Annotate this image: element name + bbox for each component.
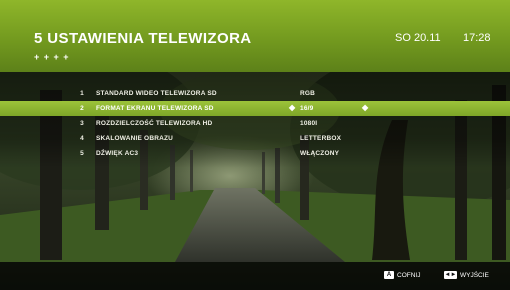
settings-menu: 1 STANDARD WIDEO TELEWIZORA SD RGB 2 FOR… — [0, 86, 510, 161]
exit-button[interactable]: ◄► WYJŚCIE — [444, 271, 489, 279]
menu-item-value: 16/9 — [300, 105, 314, 112]
menu-item-standard-wideo[interactable]: 1 STANDARD WIDEO TELEWIZORA SD RGB — [0, 86, 510, 101]
menu-item-label: ROZDZIELCZOŚĆ TELEWIZORA HD — [96, 120, 213, 127]
menu-item-rozdzielczosc[interactable]: 3 ROZDZIELCZOŚĆ TELEWIZORA HD 1080i — [0, 116, 510, 131]
menu-item-value: RGB — [300, 90, 316, 97]
menu-item-number: 5 — [80, 150, 84, 157]
menu-item-format-ekranu[interactable]: 2 FORMAT EKRANU TELEWIZORA SD ◆ 16/9 ◆ — [0, 101, 510, 116]
clock-label: 17:28 — [463, 32, 491, 44]
header-bar: 5 USTAWIENIA TELEWIZORA + + + + SO 20.11… — [0, 0, 510, 72]
menu-item-dzwiek-ac3[interactable]: 5 DŹWIĘK AC3 WŁĄCZONY — [0, 146, 510, 161]
menu-item-label: SKALOWANIE OBRAZU — [96, 135, 174, 142]
menu-item-number: 3 — [80, 120, 84, 127]
back-button[interactable]: A COFNIJ — [384, 271, 420, 279]
tv-settings-screen: 5 USTAWIENIA TELEWIZORA + + + + SO 20.11… — [0, 0, 510, 290]
exit-label: WYJŚCIE — [460, 271, 489, 279]
menu-item-number: 4 — [80, 135, 84, 142]
menu-item-label: STANDARD WIDEO TELEWIZORA SD — [96, 90, 217, 97]
menu-item-skalowanie[interactable]: 4 SKALOWANIE OBRAZU LETTERBOX — [0, 131, 510, 146]
menu-item-label: FORMAT EKRANU TELEWIZORA SD — [96, 105, 214, 112]
arrow-right-icon[interactable]: ◆ — [362, 103, 368, 112]
menu-item-value: WŁĄCZONY — [300, 150, 340, 157]
exit-key-icon: ◄► — [444, 271, 457, 279]
footer-bar: A COFNIJ ◄► WYJŚCIE — [0, 262, 510, 290]
arrow-left-icon[interactable]: ◆ — [289, 103, 295, 112]
page-title: 5 USTAWIENIA TELEWIZORA — [34, 30, 252, 47]
menu-item-label: DŹWIĘK AC3 — [96, 150, 139, 157]
date-label: SO 20.11 — [395, 32, 441, 44]
menu-item-value: LETTERBOX — [300, 135, 342, 142]
menu-item-number: 2 — [80, 105, 84, 112]
back-key-icon: A — [384, 271, 394, 279]
menu-item-value: 1080i — [300, 120, 318, 127]
menu-level-indicator: + + + + — [34, 52, 70, 62]
back-label: COFNIJ — [397, 271, 421, 279]
menu-item-number: 1 — [80, 90, 84, 97]
